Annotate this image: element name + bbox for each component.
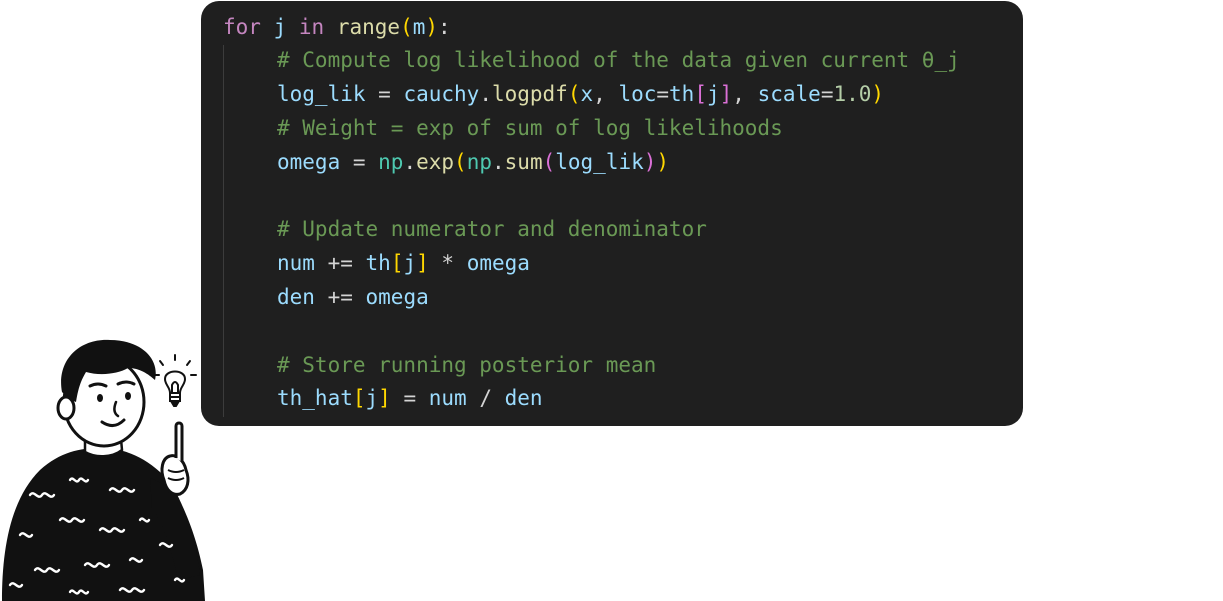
var-j: j bbox=[403, 251, 417, 275]
code-line-num: num += th[j] * omega bbox=[277, 248, 530, 278]
code-line-comment-weight: # Weight = exp of sum of log likelihoods bbox=[277, 113, 783, 143]
op-multiply: * bbox=[428, 251, 467, 275]
fn-sum: sum bbox=[504, 150, 543, 174]
var-den: den bbox=[277, 285, 315, 309]
module-np: np bbox=[466, 150, 492, 174]
lightbulb-icon bbox=[153, 354, 197, 407]
comment-weight: # Weight = exp of sum of log likelihoods bbox=[277, 116, 783, 140]
bracket-open: [ bbox=[390, 251, 404, 275]
op-equals: = bbox=[820, 82, 834, 106]
var-omega: omega bbox=[365, 285, 429, 309]
var-x: x bbox=[580, 82, 594, 106]
code-line-comment-update: # Update numerator and denominator bbox=[277, 214, 707, 244]
paren-open: ( bbox=[400, 15, 413, 39]
var-num: num bbox=[277, 251, 315, 275]
paren-open-inner: ( bbox=[542, 150, 556, 174]
var-th-hat: th_hat bbox=[277, 386, 353, 410]
colon: : bbox=[438, 15, 451, 39]
code-line-log-lik: log_lik = cauchy.logpdf(x, loc=th[j], sc… bbox=[277, 79, 884, 109]
keyword-for: for bbox=[223, 15, 261, 39]
op-assign: = bbox=[365, 82, 404, 106]
fn-exp: exp bbox=[416, 150, 455, 174]
op-assign: = bbox=[390, 386, 429, 410]
paren-close: ) bbox=[871, 82, 885, 106]
code-line-comment-store: # Store running posterior mean bbox=[277, 350, 656, 380]
kwarg-loc: loc bbox=[618, 82, 657, 106]
code-editor-panel: for j in range(m): # Compute log likelih… bbox=[201, 1, 1023, 426]
comment-update: # Update numerator and denominator bbox=[277, 217, 707, 241]
code-line-den: den += omega bbox=[277, 282, 429, 312]
indent-guide bbox=[223, 45, 224, 417]
var-j: j bbox=[706, 82, 720, 106]
paren-close: ) bbox=[656, 150, 670, 174]
code-line-omega: omega = np.exp(np.sum(log_lik)) bbox=[277, 147, 669, 177]
fn-logpdf: logpdf bbox=[491, 82, 568, 106]
bracket-open: [ bbox=[694, 82, 707, 106]
var-j: j bbox=[273, 15, 287, 39]
op-assign: = bbox=[340, 150, 379, 174]
var-th: th bbox=[669, 82, 695, 106]
comma: , bbox=[732, 82, 758, 106]
var-omega: omega bbox=[277, 150, 341, 174]
bracket-open: [ bbox=[352, 386, 366, 410]
dot: . bbox=[403, 150, 417, 174]
var-m: m bbox=[412, 15, 426, 39]
op-plus-assign: += bbox=[314, 251, 366, 275]
var-omega: omega bbox=[466, 251, 530, 275]
paren-close-inner: ) bbox=[643, 150, 657, 174]
paren-open: ( bbox=[454, 150, 467, 174]
bracket-close: ] bbox=[416, 251, 429, 275]
fn-range: range bbox=[336, 15, 401, 39]
comment-compute: # Compute log likelihood of the data giv… bbox=[277, 48, 960, 72]
var-j: j bbox=[365, 386, 379, 410]
comma: , bbox=[593, 82, 619, 106]
kwarg-scale: scale bbox=[757, 82, 821, 106]
dot: . bbox=[492, 150, 505, 174]
paren-open: ( bbox=[567, 82, 581, 106]
paren-close: ) bbox=[425, 15, 439, 39]
code-line-comment-compute: # Compute log likelihood of the data giv… bbox=[277, 45, 960, 75]
dot: . bbox=[479, 82, 492, 106]
op-plus-assign: += bbox=[314, 285, 366, 309]
bracket-close: ] bbox=[719, 82, 733, 106]
canvas: for j in range(m): # Compute log likelih… bbox=[0, 0, 1223, 601]
code-line-th-hat: th_hat[j] = num / den bbox=[277, 383, 543, 413]
code-line-for-loop: for j in range(m): bbox=[223, 12, 451, 42]
keyword-in: in bbox=[298, 15, 325, 39]
comment-store: # Store running posterior mean bbox=[277, 353, 657, 377]
bracket-close: ] bbox=[378, 386, 391, 410]
module-cauchy: cauchy bbox=[403, 82, 480, 106]
var-den: den bbox=[504, 386, 543, 410]
op-divide: / bbox=[466, 386, 505, 410]
var-num: num bbox=[428, 386, 467, 410]
op-equals: = bbox=[656, 82, 670, 106]
var-log-lik: log_lik bbox=[555, 150, 644, 174]
number-literal: 1.0 bbox=[833, 82, 872, 106]
var-log-lik: log_lik bbox=[277, 82, 366, 106]
module-np: np bbox=[378, 150, 404, 174]
var-th: th bbox=[365, 251, 391, 275]
